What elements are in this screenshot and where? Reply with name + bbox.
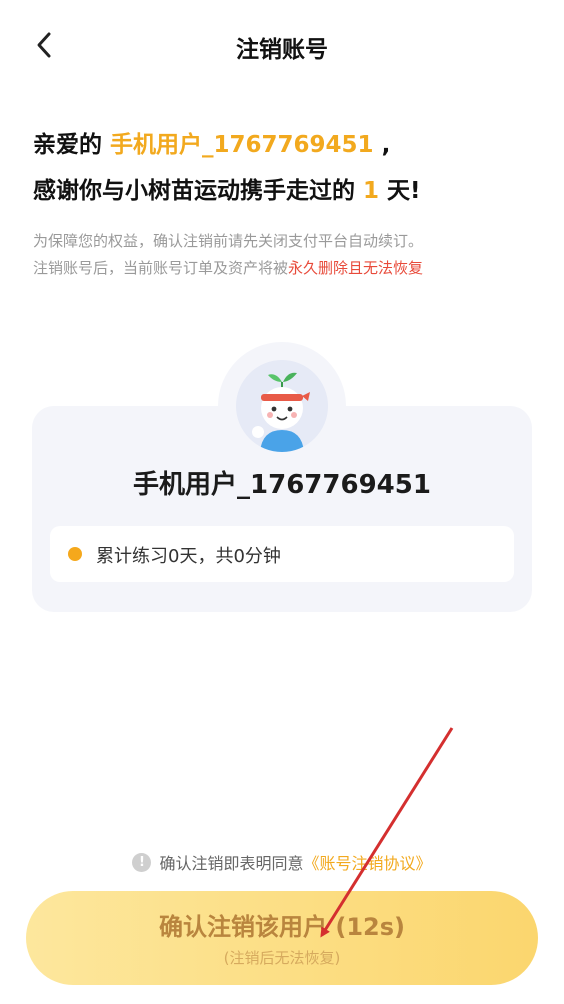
stats-box: 累计练习0天，共0分钟	[50, 526, 514, 582]
greeting-line2-suffix: 天!	[379, 178, 421, 204]
notice-warning: 永久删除且无法恢复	[288, 259, 424, 277]
notice-text: 为保障您的权益，确认注销前请先关闭支付平台自动续订。 注销账号后，当前账号订单及…	[33, 228, 543, 282]
greeting-line2: 感谢你与小树苗运动携手走过的 1 天!	[33, 168, 553, 214]
agreement-row: ! 确认注销即表明同意《账号注销协议》	[0, 850, 564, 874]
agreement-text: 确认注销即表明同意	[159, 854, 304, 873]
greeting-prefix: 亲爱的	[33, 132, 111, 158]
notice-line2-prefix: 注销账号后，当前账号订单及资产将被	[33, 259, 289, 277]
status-dot	[68, 547, 82, 561]
greeting: 亲爱的 手机用户_1767769451 , 感谢你与小树苗运动携手走过的 1 天…	[33, 122, 553, 214]
greeting-line2-prefix: 感谢你与小树苗运动携手走过的	[33, 178, 364, 204]
profile-username: 手机用户_1767769451	[133, 470, 431, 500]
greeting-suffix: ,	[373, 132, 391, 158]
agreement-link[interactable]: 《账号注销协议》	[304, 854, 432, 873]
avatar	[236, 360, 328, 452]
top-bar: 注销账号	[0, 0, 564, 92]
confirm-button-label: 确认注销该用户 (12s)	[159, 913, 405, 941]
info-circle-icon: !	[132, 852, 152, 872]
confirm-button-sublabel: (注销后无法恢复)	[223, 949, 341, 967]
greeting-username: 手机用户_1767769451	[110, 132, 374, 158]
greeting-line1: 亲爱的 手机用户_1767769451 ,	[33, 122, 553, 168]
greeting-days: 1	[363, 178, 380, 204]
sprout-mascot-icon	[236, 360, 328, 452]
notice-line2: 注销账号后，当前账号订单及资产将被永久删除且无法恢复	[33, 255, 543, 282]
confirm-cancel-account-button[interactable]: 确认注销该用户 (12s) (注销后无法恢复)	[26, 891, 538, 985]
stats-text: 累计练习0天，共0分钟	[96, 546, 281, 567]
notice-line1: 为保障您的权益，确认注销前请先关闭支付平台自动续订。	[33, 232, 424, 250]
page-title: 注销账号	[236, 37, 328, 63]
